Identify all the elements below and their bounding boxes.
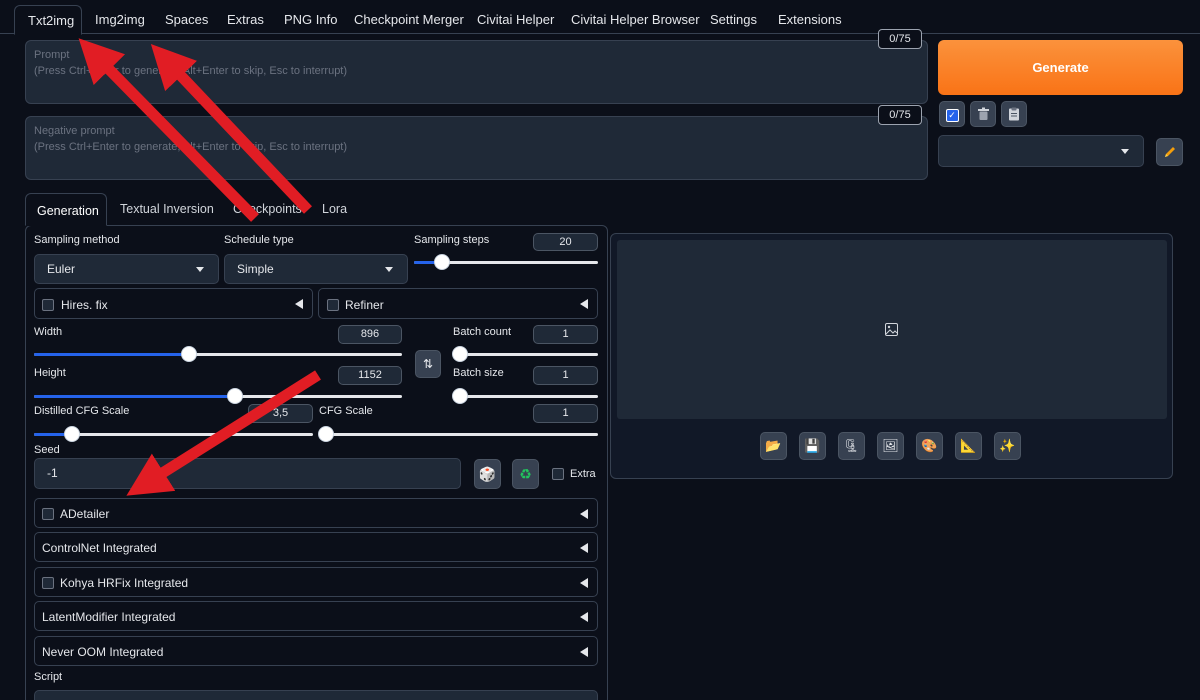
annotation-arrow: [126, 370, 321, 496]
annotation-arrow: [150, 44, 312, 214]
app-root: Txt2img Img2img Spaces Extras PNG Info C…: [0, 0, 1200, 700]
annotation-arrows-overlay: [78, 38, 321, 496]
